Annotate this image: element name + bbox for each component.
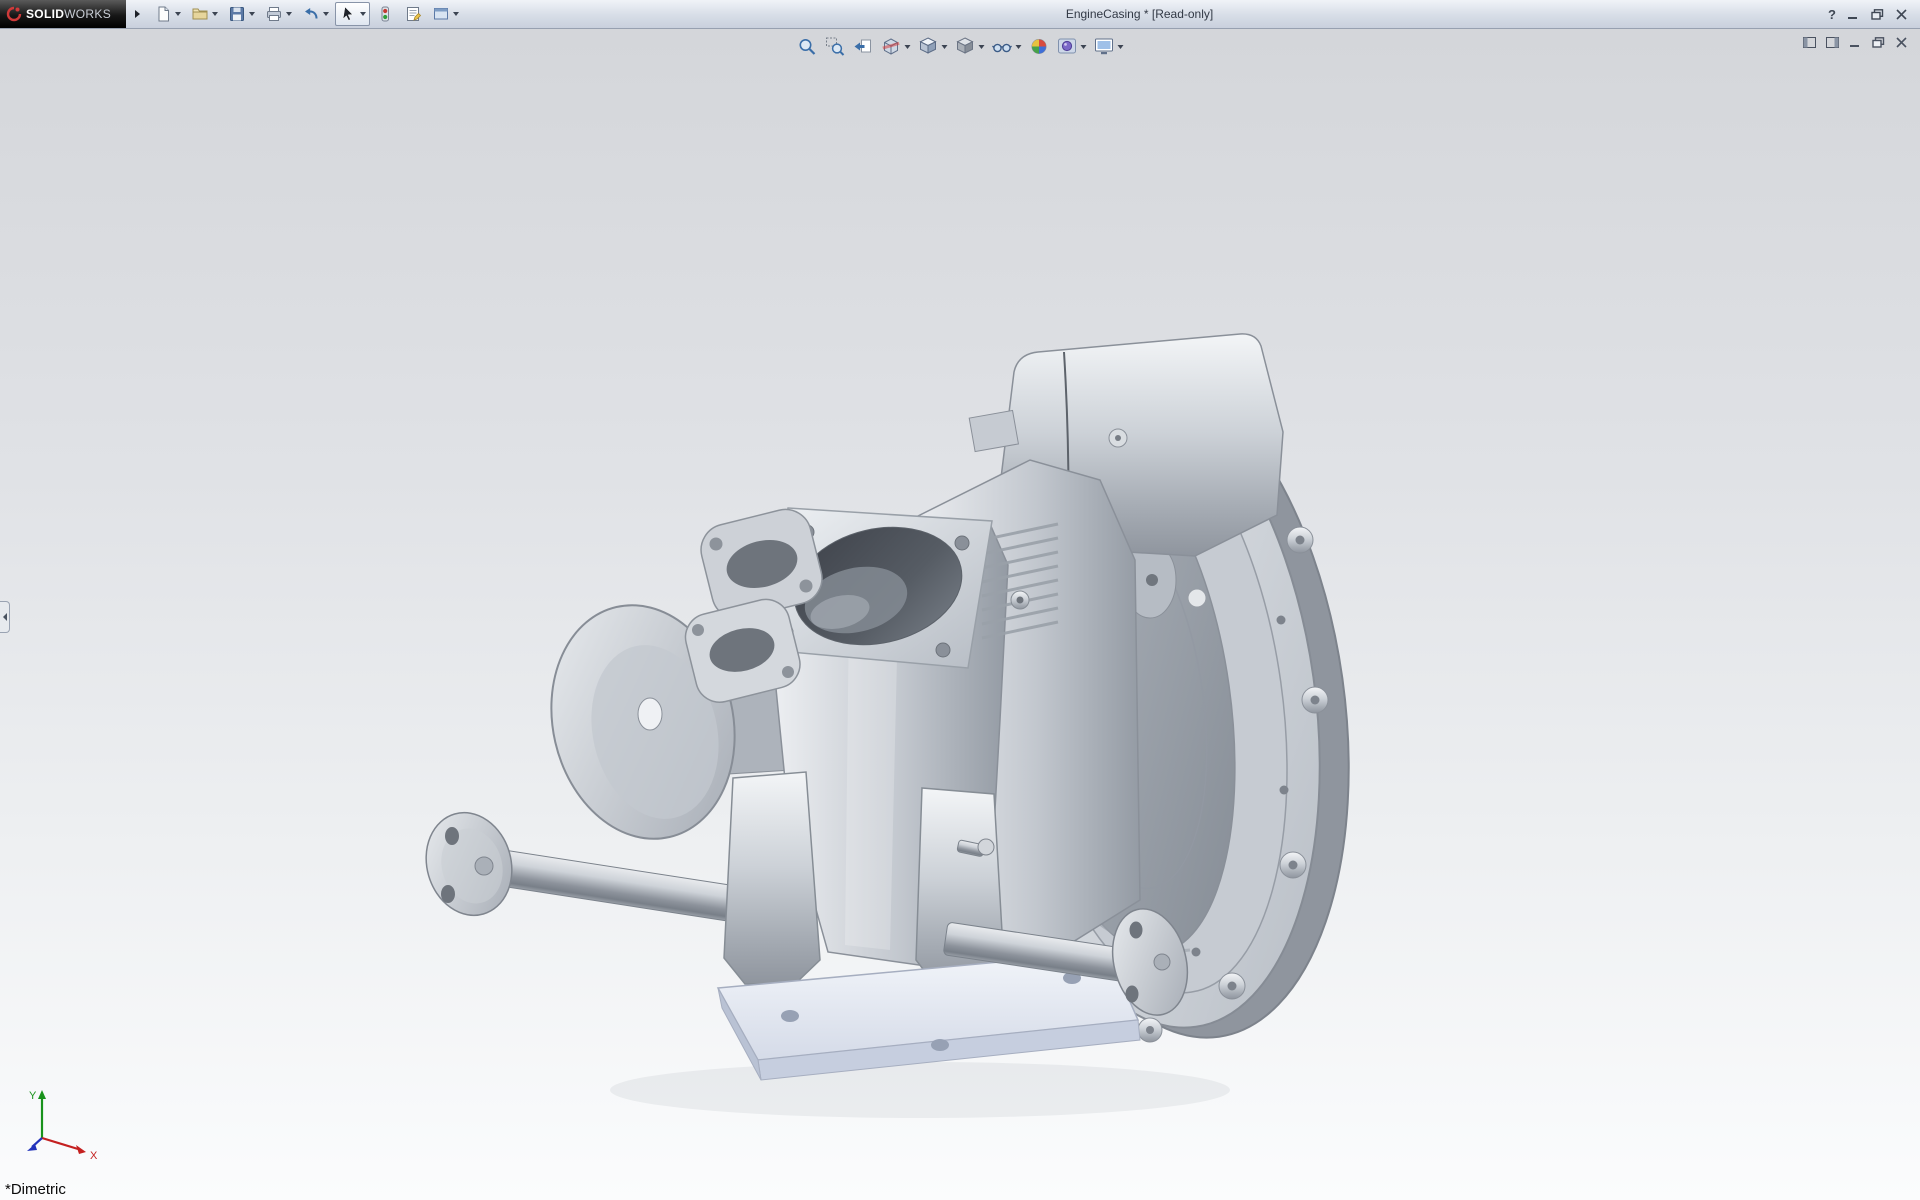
file-properties-icon xyxy=(404,5,422,23)
expand-panel-arrow-icon xyxy=(3,613,7,621)
close-icon xyxy=(1895,37,1908,48)
previous-view-button[interactable] xyxy=(851,35,876,58)
dropdown-arrow-icon xyxy=(175,12,181,16)
dropdown-arrow-icon xyxy=(1016,45,1022,49)
restore-doc-button[interactable] xyxy=(1872,37,1885,48)
dassault-3ds-logo-icon xyxy=(6,6,22,22)
titlebar: SOLIDWORKS xyxy=(0,0,1920,29)
view-orientation-cube-icon xyxy=(918,36,939,57)
select-button[interactable] xyxy=(335,2,370,26)
section-view-icon xyxy=(881,36,902,57)
dropdown-arrow-icon xyxy=(360,12,366,16)
pane-right-button[interactable] xyxy=(1826,37,1839,48)
minimize-button[interactable] xyxy=(1847,9,1860,20)
heads-up-view-toolbar xyxy=(795,35,1126,58)
save-button[interactable] xyxy=(224,2,259,26)
edit-appearance-button[interactable] xyxy=(1027,35,1052,58)
undo-icon xyxy=(302,5,320,23)
view-orientation-label: *Dimetric xyxy=(5,1181,66,1198)
pane-left-button[interactable] xyxy=(1803,37,1816,48)
appearance-ball-icon xyxy=(1029,36,1050,57)
dropdown-arrow-icon xyxy=(323,12,329,16)
x-axis-arrow xyxy=(76,1145,86,1154)
file-properties-button[interactable] xyxy=(400,2,426,26)
options-button[interactable] xyxy=(428,2,463,26)
dropdown-arrow-icon xyxy=(286,12,292,16)
dropdown-arrow-icon xyxy=(942,45,948,49)
apply-scene-button[interactable] xyxy=(1055,35,1089,58)
close-icon xyxy=(1895,9,1908,20)
new-document-button[interactable] xyxy=(150,2,185,26)
x-axis-label: X xyxy=(90,1150,98,1162)
glasses-icon xyxy=(992,36,1013,57)
dropdown-arrow-icon xyxy=(905,45,911,49)
engine-casing-model[interactable] xyxy=(0,29,1920,1200)
solidworks-logo: SOLIDWORKS xyxy=(0,0,126,28)
view-settings-icon xyxy=(1094,36,1115,57)
close-doc-button[interactable] xyxy=(1895,37,1908,48)
y-axis-arrow xyxy=(38,1090,46,1099)
close-button[interactable] xyxy=(1895,9,1908,20)
display-style-button[interactable] xyxy=(953,35,987,58)
open-folder-icon xyxy=(191,5,209,23)
dropdown-arrow-icon xyxy=(1118,45,1124,49)
maximize-button[interactable] xyxy=(1871,9,1884,20)
y-axis-label: Y xyxy=(29,1090,37,1102)
dropdown-arrow-icon xyxy=(249,12,255,16)
zoom-to-area-button[interactable] xyxy=(823,35,848,58)
view-settings-button[interactable] xyxy=(1092,35,1126,58)
hide-show-items-button[interactable] xyxy=(990,35,1024,58)
open-button[interactable] xyxy=(187,2,222,26)
main-toolbar xyxy=(150,2,463,26)
feature-manager-collapsed-tab[interactable] xyxy=(0,601,10,633)
view-orientation-button[interactable] xyxy=(916,35,950,58)
zoom-to-fit-button[interactable] xyxy=(795,35,820,58)
window-title: EngineCasing * [Read-only] xyxy=(463,7,1816,21)
display-style-icon xyxy=(955,36,976,57)
zoom-to-area-icon xyxy=(825,36,846,57)
new-document-icon xyxy=(154,5,172,23)
minimize-icon xyxy=(1847,9,1860,20)
print-button[interactable] xyxy=(261,2,296,26)
help-button[interactable]: ? xyxy=(1828,8,1836,21)
rebuild-button[interactable] xyxy=(372,2,398,26)
solidworks-window: SOLIDWORKS xyxy=(0,0,1920,1200)
scene-icon xyxy=(1057,36,1078,57)
rebuild-icon xyxy=(376,5,394,23)
window-controls: ? xyxy=(1816,8,1920,21)
model-shadow xyxy=(610,1062,1230,1118)
graphics-viewport[interactable]: Y X *Dimetric xyxy=(0,29,1920,1200)
select-cursor-icon xyxy=(339,5,357,23)
document-window-controls xyxy=(1803,37,1908,48)
orientation-triad: Y X xyxy=(22,1082,106,1166)
dropdown-arrow-icon xyxy=(1081,45,1087,49)
previous-view-icon xyxy=(853,36,874,57)
print-icon xyxy=(265,5,283,23)
dropdown-arrow-icon xyxy=(979,45,985,49)
minimize-doc-button[interactable] xyxy=(1849,37,1862,48)
section-view-button[interactable] xyxy=(879,35,913,58)
dropdown-arrow-icon xyxy=(212,12,218,16)
dropdown-arrow-icon xyxy=(453,12,459,16)
pane-left-icon xyxy=(1803,37,1816,48)
restore-icon xyxy=(1871,9,1884,20)
toolbar-grip-icon[interactable] xyxy=(135,10,140,18)
left-axle[interactable] xyxy=(414,802,769,926)
save-icon xyxy=(228,5,246,23)
restore-icon xyxy=(1872,37,1885,48)
minimize-icon xyxy=(1849,37,1862,48)
pane-right-icon xyxy=(1826,37,1839,48)
logo-text: SOLIDWORKS xyxy=(26,7,111,21)
undo-button[interactable] xyxy=(298,2,333,26)
options-window-icon xyxy=(432,5,450,23)
zoom-to-fit-icon xyxy=(797,36,818,57)
